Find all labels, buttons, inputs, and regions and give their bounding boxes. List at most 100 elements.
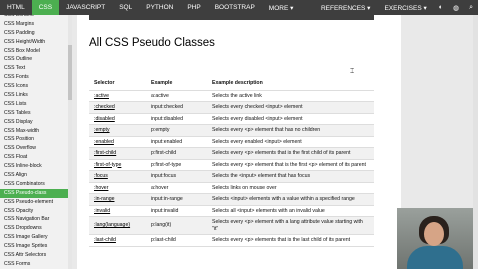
table-row: :enabled input:enabled Selects every enabl… [89, 136, 374, 148]
column-header-description: Example description [207, 76, 374, 91]
nav-javascript[interactable]: JAVASCRIPT [59, 0, 112, 15]
nav-more[interactable]: MORE ▾ [262, 0, 301, 15]
sidebar-item[interactable]: CSS Text [0, 64, 68, 73]
nav-bootstrap[interactable]: BOOTSTRAP [208, 0, 262, 15]
sidebar-scroll-thumb[interactable] [68, 45, 72, 100]
description-cell: Selects every enabled <input> element [207, 136, 374, 148]
page-scrollbar[interactable] [473, 15, 478, 269]
sidebar-item[interactable]: CSS Max-width [0, 127, 68, 136]
content-top-bar [89, 15, 374, 20]
description-cell: Selects every disabled <input> element [207, 113, 374, 125]
sidebar-item[interactable]: CSS Overflow [0, 144, 68, 153]
sidebar-item[interactable]: CSS Height/Width [0, 38, 68, 47]
sidebar: CSS Borders CSS Margins CSS Padding CSS Hei… [0, 15, 72, 269]
description-cell: Selects every <p> element that has no ch… [207, 124, 374, 137]
description-cell: Selects <input> elements with a value wi… [207, 193, 374, 206]
table-body: :active a:active Selects the active link:c… [89, 90, 374, 247]
sidebar-item[interactable]: CSS Image Gallery [0, 233, 68, 242]
nav-exercises[interactable]: EXERCISES ▾ [377, 0, 433, 15]
sidebar-item[interactable]: CSS Align [0, 171, 68, 180]
selector-link[interactable]: :in-range [89, 193, 146, 206]
table-row: :invalid input:invalid Selects all <input>… [89, 205, 374, 217]
globe-icon[interactable]: ◍ [448, 4, 464, 12]
sidebar-item[interactable]: CSS Links [0, 91, 68, 100]
description-cell: Selects every <p> elements that is the f… [207, 147, 374, 160]
nav-html[interactable]: HTML [0, 0, 32, 15]
sidebar-item[interactable]: CSS Opacity [0, 207, 68, 216]
nav-sql[interactable]: SQL [112, 0, 139, 15]
sidebar-item[interactable]: CSS Outline [0, 55, 68, 64]
description-cell: Selects the active link [207, 90, 374, 102]
description-cell: Selects every <p> element that is the fi… [207, 159, 374, 171]
page-title: All CSS Pseudo Classes [89, 37, 215, 49]
selector-link[interactable]: :active [89, 90, 146, 102]
sidebar-item[interactable]: CSS Tables [0, 109, 68, 118]
table-row: :checked input:checked Selects every check… [89, 101, 374, 114]
table-row: :first-child p:first-child Selects every <… [89, 147, 374, 160]
sidebar-item[interactable]: CSS Box Model [0, 47, 68, 56]
sidebar-item[interactable]: CSS Lists [0, 100, 68, 109]
sidebar-item[interactable]: CSS Margins [0, 20, 68, 29]
table-row: :last-child p:last-child Selects every <p>… [89, 234, 374, 247]
selector-link[interactable]: :first-child [89, 147, 146, 160]
selector-link[interactable]: :enabled [89, 136, 146, 148]
table-row: :lang(language) p:lang(it) Selects every <… [89, 216, 374, 235]
example-cell: p:last-child [146, 234, 207, 247]
description-cell: Selects every <p> element with a lang at… [207, 216, 374, 235]
presenter-body [407, 246, 463, 269]
selector-link[interactable]: :checked [89, 101, 146, 114]
selector-link[interactable]: :focus [89, 170, 146, 183]
description-cell: Selects all <input> elements with an inv… [207, 205, 374, 217]
example-cell: a:hover [146, 182, 207, 194]
main-content: All CSS Pseudo Classes Selector Example … [77, 15, 401, 269]
selector-link[interactable]: :invalid [89, 205, 146, 217]
description-cell: Selects links on mouse over [207, 182, 374, 194]
table-header-row: Selector Example Example description [89, 76, 374, 91]
pseudo-classes-table: Selector Example Example description :ac… [89, 76, 374, 247]
example-cell: p:lang(it) [146, 216, 207, 235]
sidebar-item[interactable]: CSS Float [0, 153, 68, 162]
description-cell: Selects every <p> elements that is the l… [207, 234, 374, 247]
sidebar-item[interactable]: CSS Dropdowns [0, 224, 68, 233]
example-cell: p:first-of-type [146, 159, 207, 171]
sidebar-item[interactable]: CSS Pseudo-class [0, 188, 68, 198]
table-row: :first-of-type p:first-of-type Selects eve… [89, 159, 374, 171]
selector-link[interactable]: :first-of-type [89, 159, 146, 171]
example-cell: input:disabled [146, 113, 207, 125]
table-row: :in-range input:in-range Selects <input> e… [89, 193, 374, 206]
sidebar-item[interactable]: CSS Icons [0, 82, 68, 91]
selector-link[interactable]: :last-child [89, 234, 146, 247]
nav-css[interactable]: CSS [31, 0, 60, 15]
table-row: :disabled input:disabled Selects every dis… [89, 113, 374, 125]
example-cell: a:active [146, 90, 207, 102]
selector-link[interactable]: :hover [89, 182, 146, 194]
sidebar-item[interactable]: CSS Image Sprites [0, 242, 68, 251]
description-cell: Selects every checked <input> element [207, 101, 374, 114]
table-row: :active a:active Selects the active link [89, 90, 374, 102]
nav-references[interactable]: REFERENCES ▾ [314, 0, 378, 15]
nav-php[interactable]: PHP [180, 0, 207, 15]
theme-toggle-icon[interactable]: ◐ [434, 4, 448, 11]
sidebar-item[interactable]: CSS Position [0, 135, 68, 144]
sidebar-item[interactable]: CSS Navigation Bar [0, 215, 68, 224]
column-header-selector: Selector [89, 76, 146, 91]
search-icon[interactable]: ⌕ [464, 4, 478, 12]
sidebar-scrollbar[interactable] [68, 15, 72, 269]
example-cell: input:invalid [146, 205, 207, 217]
presenter-face [424, 222, 444, 246]
sidebar-item[interactable]: CSS Fonts [0, 73, 68, 82]
example-cell: p:empty [146, 124, 207, 137]
sidebar-item[interactable]: CSS Display [0, 118, 68, 127]
sidebar-item[interactable]: CSS Inline-block [0, 162, 68, 171]
nav-python[interactable]: PYTHON [139, 0, 180, 15]
sidebar-item[interactable]: CSS Pseudo-element [0, 198, 68, 207]
selector-link[interactable]: :disabled [89, 113, 146, 125]
selector-link[interactable]: :lang(language) [89, 216, 146, 235]
selector-link[interactable]: :empty [89, 124, 146, 137]
sidebar-item[interactable]: CSS Attr Selectors [0, 251, 68, 260]
example-cell: input:checked [146, 101, 207, 114]
sidebar-item[interactable]: CSS Combinators [0, 180, 68, 189]
sidebar-item[interactable]: CSS Forms [0, 260, 68, 269]
sidebar-item[interactable]: CSS Padding [0, 29, 68, 38]
table-row: :focus input:focus Selects the <input> ele… [89, 170, 374, 183]
